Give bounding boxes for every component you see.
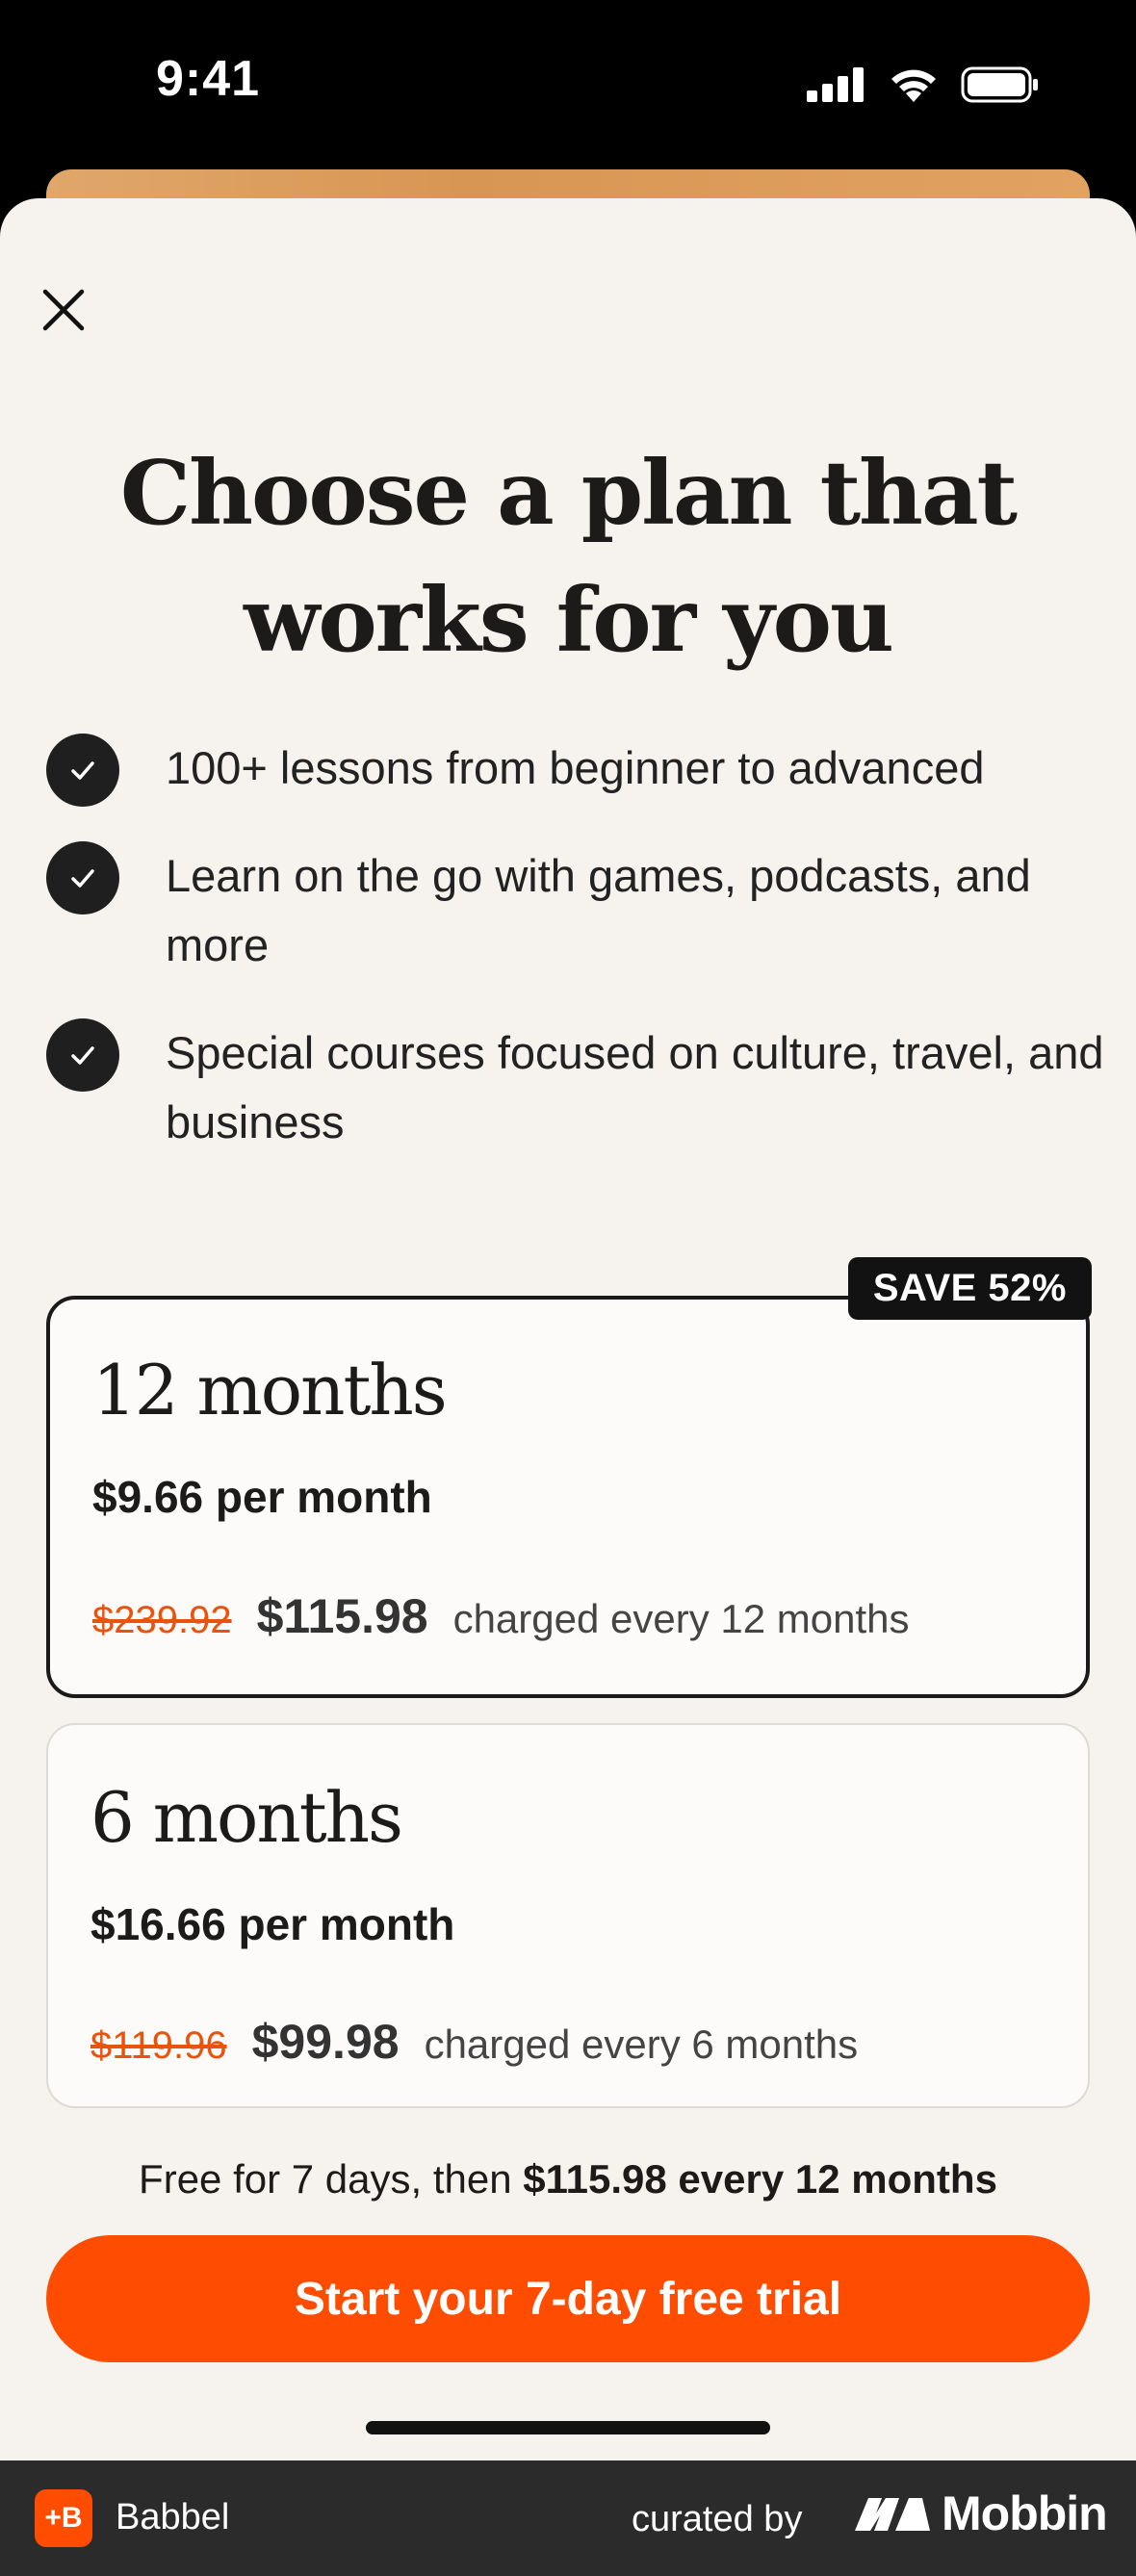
billing-note: charged every 6 months <box>424 2022 859 2067</box>
babbel-logo: +B <box>35 2489 92 2547</box>
app-name: Babbel <box>116 2497 230 2537</box>
close-icon <box>42 289 85 331</box>
plan-monthly-price: $9.66 per month <box>92 1472 432 1522</box>
start-trial-button[interactable]: Start your 7-day free trial <box>46 2235 1090 2362</box>
page-title: Choose a plan that works for you <box>119 441 1018 672</box>
status-time: 9:41 <box>156 51 261 107</box>
plan-monthly-price: $16.66 per month <box>90 1899 455 1949</box>
plan-price-row: $119.96 $99.98 charged every 6 months <box>90 2014 858 2070</box>
status-icons <box>807 65 1040 104</box>
home-indicator <box>366 2421 770 2434</box>
curated-by-label: curated by <box>632 2499 803 2539</box>
feature-text: 100+ lessons from beginner to advanced <box>166 742 985 793</box>
original-price: $119.96 <box>90 2024 227 2067</box>
wifi-icon <box>891 69 936 102</box>
mobbin-mark-icon <box>855 2498 930 2531</box>
footer-bar: +B Babbel curated by Mobbin <box>0 2460 1136 2576</box>
trial-terms-price: $115.98 every 12 months <box>523 2156 997 2202</box>
trial-terms-prefix: Free for 7 days, then <box>139 2156 524 2202</box>
discounted-price: $115.98 <box>256 1589 428 1643</box>
plan-list: SAVE 52% 12 months $9.66 per month $239.… <box>0 1059 1136 2116</box>
discounted-price: $99.98 <box>251 2015 400 2069</box>
signal-icon <box>807 67 864 102</box>
feature-item: 100+ lessons from beginner to advanced <box>46 734 1105 807</box>
plan-duration: 12 months <box>92 1350 448 1430</box>
original-price: $239.92 <box>92 1599 232 1641</box>
trial-terms: Free for 7 days, then $115.98 every 12 m… <box>0 2156 1136 2202</box>
battery-icon <box>961 66 1038 103</box>
feature-item: Learn on the go with games, podcasts, an… <box>46 841 1105 980</box>
plan-card-6-months[interactable]: 6 months $16.66 per month $119.96 $99.98… <box>46 1723 1090 2108</box>
close-button[interactable] <box>35 281 92 339</box>
status-bar: 9:41 <box>0 0 1136 168</box>
plan-card-12-months[interactable]: 12 months $9.66 per month $239.92 $115.9… <box>46 1296 1090 1698</box>
mobbin-wordmark: Mobbin <box>942 2486 1108 2540</box>
feature-text: Learn on the go with games, podcasts, an… <box>166 850 1031 970</box>
checkmark-icon <box>46 734 119 807</box>
billing-note: charged every 12 months <box>452 1596 910 1641</box>
save-badge: SAVE 52% <box>847 1257 1092 1320</box>
mobbin-logo: Mobbin <box>853 2486 1108 2541</box>
plan-price-row: $239.92 $115.98 charged every 12 months <box>92 1588 910 1644</box>
checkmark-icon <box>46 841 119 914</box>
plan-duration: 6 months <box>90 1777 403 1858</box>
